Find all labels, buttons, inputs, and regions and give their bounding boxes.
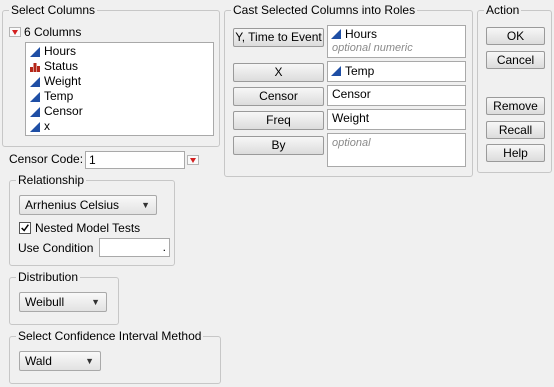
y-time-to-event-button[interactable]: Y, Time to Event [233,28,324,47]
relationship-panel: Relationship Arrhenius Celsius ▼ Nested … [9,173,175,266]
continuous-icon [331,65,341,76]
column-list-item[interactable]: Status [29,59,213,74]
freq-role-field[interactable]: Weight [327,109,466,130]
nested-model-tests-checkbox[interactable]: Nested Model Tests [19,221,140,235]
confidence-method-title: Select Confidence Interval Method [16,329,204,343]
column-list-item[interactable]: Censor [29,104,213,119]
confidence-method-selected: Wald [25,354,52,368]
column-list-item[interactable]: Temp [29,89,213,104]
continuous-icon [30,121,40,132]
nominal-icon [30,62,40,72]
use-condition-input[interactable]: . [99,238,170,257]
by-role-placeholder: optional [332,137,371,149]
confidence-method-panel: Select Confidence Interval Method Wald ▼ [9,329,221,384]
help-button[interactable]: Help [486,144,545,162]
cast-roles-title: Cast Selected Columns into Roles [231,3,418,17]
by-button[interactable]: By [233,136,324,155]
censor-code-label: Censor Code: [9,152,84,166]
red-triangle-menu-icon[interactable] [9,27,21,37]
continuous-icon [331,28,341,39]
censor-role-field[interactable]: Censor [327,85,466,106]
cast-roles-panel: Cast Selected Columns into Roles Y, Time… [224,3,473,177]
y-role-value: Hours [345,26,378,41]
cancel-button[interactable]: Cancel [486,51,545,69]
column-name: Censor [44,104,83,118]
relationship-title: Relationship [16,173,87,187]
column-list-item[interactable]: Weight [29,74,213,89]
censor-code-menu-icon[interactable] [187,155,199,165]
distribution-panel: Distribution Weibull ▼ [9,270,119,325]
chevron-down-icon: ▼ [141,200,150,210]
freq-role-value: Weight [332,111,370,125]
ok-button[interactable]: OK [486,27,545,45]
continuous-icon [30,106,40,117]
continuous-icon [30,76,40,87]
y-role-placeholder: optional numeric [332,42,413,54]
use-condition-label: Use Condition [18,241,94,255]
censor-code-input[interactable]: 1 [85,151,185,169]
column-name: x [44,119,50,133]
censor-code-value: 1 [89,153,96,167]
column-name: Weight [44,74,82,88]
action-panel: Action OK Cancel Remove Recall Help [477,3,552,173]
column-list-item[interactable]: x [29,119,213,134]
x-role-value: Temp [345,63,375,78]
column-name: Hours [44,44,77,58]
column-name: Status [44,59,79,73]
chevron-down-icon: ▼ [85,356,94,366]
by-role-field[interactable]: optional [327,133,466,167]
chevron-down-icon: ▼ [91,297,100,307]
censor-role-value: Censor [332,87,371,101]
column-name: Temp [44,89,74,103]
distribution-selected: Weibull [25,295,65,309]
use-condition-value: . [162,240,166,254]
x-role-field[interactable]: Temp [327,61,466,82]
confidence-method-select[interactable]: Wald ▼ [19,351,101,371]
action-title: Action [484,3,522,17]
continuous-icon [30,46,40,57]
select-columns-panel: Select Columns 6 Columns Hours Status Weig… [2,3,220,147]
relationship-select[interactable]: Arrhenius Celsius ▼ [19,195,157,215]
distribution-select[interactable]: Weibull ▼ [19,292,107,312]
relationship-selected: Arrhenius Celsius [25,198,120,212]
column-list-item[interactable]: Hours [29,44,213,59]
remove-button[interactable]: Remove [486,97,545,115]
freq-button[interactable]: Freq [233,111,324,130]
y-role-field[interactable]: Hours optional numeric [327,25,466,58]
censor-button[interactable]: Censor [233,87,324,106]
continuous-icon [30,91,40,102]
checkbox-checked-icon [19,222,31,234]
distribution-title: Distribution [16,270,81,284]
nested-model-tests-label: Nested Model Tests [35,221,141,235]
x-button[interactable]: X [233,63,324,82]
recall-button[interactable]: Recall [486,121,545,139]
column-count-label: 6 Columns [24,25,82,39]
column-list[interactable]: Hours Status Weight Temp Censor x [25,42,214,136]
select-columns-title: Select Columns [9,3,98,17]
